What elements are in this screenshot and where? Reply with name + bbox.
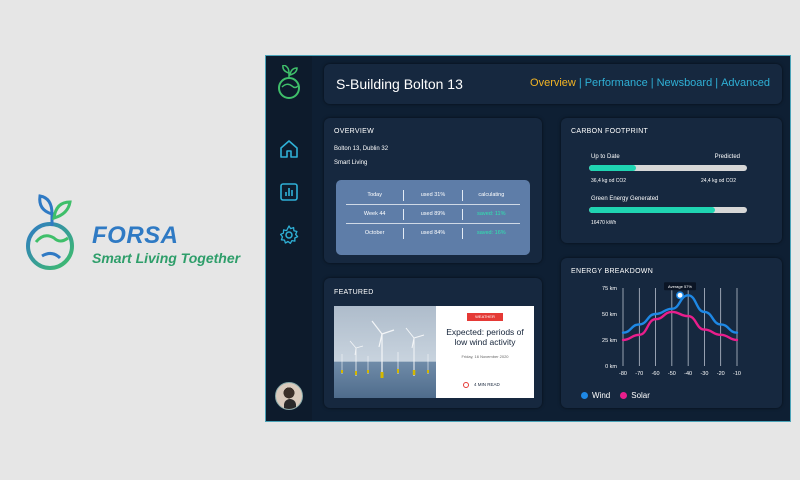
period-cell: Today [346,189,405,201]
carbon-footprint-panel: CARBON FOOTPRINT Up to Date Predicted 36… [561,118,782,243]
usage-cell: used 31% [404,189,463,201]
up-to-date-value: 36,4 kg od CO2 [591,178,627,184]
x-tick-label: -50 [668,371,676,377]
predicted-label: Predicted [714,154,740,160]
brand-tagline: Smart Living Together [92,250,241,266]
savings-cell: saved: 16% [476,230,506,236]
x-tick-label: -80 [619,371,627,377]
read-time: 4 MIN READ [474,382,500,387]
savings-cell: calculating [478,191,505,198]
legend-solar[interactable]: Solar [620,391,650,400]
table-row: October used 84% saved: 16% [346,224,520,243]
period-cell: October [346,228,405,239]
x-tick-label: -30 [700,371,708,377]
article-headline[interactable]: Expected: periods of low wind activity [442,327,528,347]
energy-breakdown-panel: ENERGY BREAKDOWN -80 -70 -60 -50 -40 -30 -20 -1… [561,258,782,408]
green-energy-value: 16470 kWh [591,220,617,226]
legend-wind[interactable]: Wind [581,391,610,400]
header-bar: S-Building Bolton 13 Overview | Performanc… [324,64,782,104]
y-tick-label: 0 km [605,364,617,370]
clock-icon [463,382,469,388]
overview-type: Smart Living [334,160,368,166]
home-icon[interactable] [278,138,300,160]
y-tick-label: 50 km [602,312,617,318]
overview-title: OVERVIEW [334,128,375,135]
x-tick-label: -10 [733,371,741,377]
forsa-logo-icon [26,194,74,270]
usage-cell: used 89% [404,208,463,220]
featured-title: FEATURED [334,289,374,296]
carbon-title: CARBON FOOTPRINT [571,128,649,135]
peak-marker [676,291,684,300]
table-row: Today used 31% calculating [346,186,520,205]
carbon-progress-bar [589,165,747,171]
x-tick-label: -60 [652,371,660,377]
featured-panel: FEATURED WEATHER Expected: periods of lo… [324,278,542,408]
sidebar [266,56,312,421]
series-line-solar [621,310,739,342]
wind-farm-image[interactable] [334,306,436,398]
wind-dot-icon [581,392,588,399]
x-tick-label: -40 [684,371,692,377]
nav-separator: | [650,77,654,89]
tab-newsboard[interactable]: Newsboard [657,77,713,89]
brand-block: FORSA Smart Living Together [22,192,262,282]
legend-solar-label: Solar [631,391,650,400]
overview-address: Bolton 13, Dublin 32 [334,146,389,152]
page-title: S-Building Bolton 13 [336,76,463,92]
tooltip-text: Average 57% [668,284,692,289]
chart-legend: Wind Solar [581,391,660,400]
table-row: Week 44 used 89% saved: 11% [346,205,520,224]
up-to-date-label: Up to Date [591,154,620,160]
x-tick-label: -70 [635,371,643,377]
wind-turbine-illustration [341,320,429,378]
nav-separator: | [578,77,582,89]
usage-table: Today used 31% calculating Week 44 used … [346,186,520,243]
app-logo-icon [278,65,300,99]
header-nav: Overview | Performance | Newsboard | Advanced [530,77,770,89]
nav-separator: | [715,77,719,89]
savings-cell: saved: 11% [477,210,506,217]
green-energy-bar [589,207,747,213]
tab-performance[interactable]: Performance [585,77,648,89]
legend-wind-label: Wind [592,391,611,400]
predicted-value: 24,4 kg od CO2 [700,178,736,184]
solar-dot-icon [620,392,628,399]
gear-icon[interactable] [278,224,300,246]
green-energy-fill [589,207,716,213]
x-tick-label: -20 [717,371,725,377]
usage-card: Today used 31% calculating Week 44 used … [336,180,530,255]
usage-cell: used 84% [404,228,463,239]
y-tick-label: 75 km [602,286,617,292]
overview-panel: OVERVIEW Bolton 13, Dublin 32 Smart Livi… [324,118,542,263]
avatar[interactable] [275,382,303,410]
chart-icon[interactable] [278,181,300,203]
app-window: S-Building Bolton 13 Overview | Performanc… [265,55,791,422]
y-tick-label: 25 km [602,338,617,344]
article-date: Friday, 16 November 2020 [461,354,509,359]
featured-article-card[interactable]: WEATHER Expected: periods of low wind ac… [436,306,534,398]
carbon-progress-fill [589,165,637,171]
brand-name: FORSA [92,222,179,249]
tab-advanced[interactable]: Advanced [721,77,770,89]
energy-chart: -80 -70 -60 -50 -40 -30 -20 -10 0 km 25 km 50 km 75… [602,282,741,377]
period-cell: Week 44 [346,208,405,220]
green-energy-label: Green Energy Generated [591,196,659,202]
tab-overview[interactable]: Overview [530,77,576,89]
weather-badge: WEATHER [467,313,503,321]
